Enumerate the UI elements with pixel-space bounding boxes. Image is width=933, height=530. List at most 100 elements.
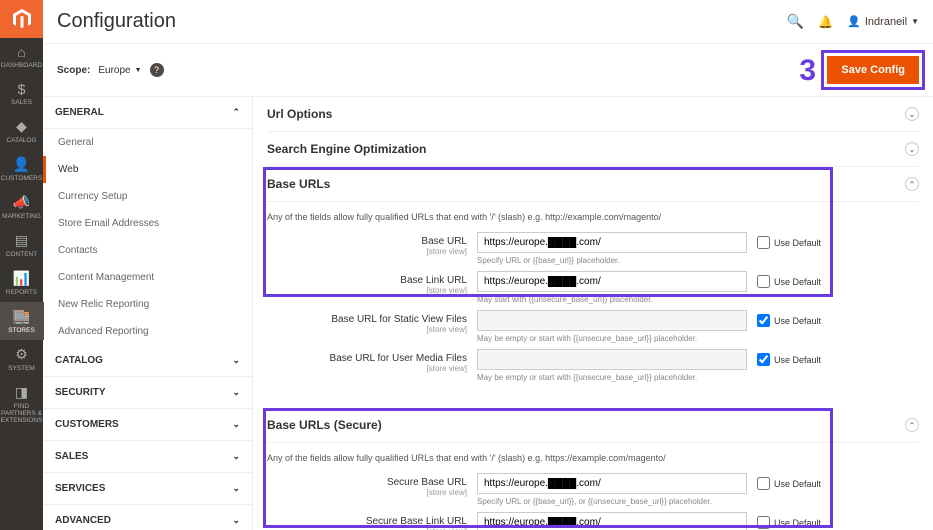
sidebar-item-currency-setup[interactable]: Currency Setup	[43, 183, 252, 210]
scope-label: Scope:	[57, 65, 90, 76]
sidebar-section-label: SERVICES	[55, 483, 105, 494]
notifications-icon[interactable]: 🔔	[818, 15, 833, 29]
url-input[interactable]	[477, 512, 747, 530]
nav-label: SYSTEM	[8, 365, 35, 372]
use-default-checkbox[interactable]: Use Default	[757, 232, 821, 249]
sidebar-section-advanced[interactable]: ADVANCED ⌄	[43, 505, 252, 530]
sidebar-section-label: ADVANCED	[55, 515, 111, 526]
field-hint: May start with {{unsecure_base_url}} pla…	[477, 295, 747, 304]
sidebar-item-contacts[interactable]: Contacts	[43, 237, 252, 264]
use-default-label: Use Default	[774, 238, 821, 248]
sidebar-section-general[interactable]: GENERAL ⌃	[43, 97, 252, 129]
use-default-label: Use Default	[774, 479, 821, 489]
scope-select[interactable]: Europe ▼	[98, 65, 141, 76]
page-header: Configuration 🔍 🔔 👤 Indraneil ▼	[43, 0, 933, 43]
sidebar-item-general[interactable]: General	[43, 129, 252, 156]
field-label: Base URL for User Media Files[store view…	[267, 349, 477, 373]
field-label: Base URL[store view]	[267, 232, 477, 256]
nav-sales[interactable]: $ SALES	[0, 75, 44, 112]
section-seo[interactable]: Search Engine Optimization ⌄	[267, 132, 919, 167]
nav-icon: 👤	[13, 156, 30, 173]
user-menu[interactable]: 👤 Indraneil ▼	[847, 15, 919, 28]
section-title: Base URLs	[267, 177, 330, 191]
chevron-down-icon: ⌄	[232, 387, 240, 398]
url-input[interactable]	[477, 473, 747, 494]
sidebar-section-security[interactable]: SECURITY⌄	[43, 377, 252, 409]
nav-icon: ▤	[15, 232, 28, 249]
sidebar-section-catalog[interactable]: CATALOG ⌄	[43, 345, 252, 377]
url-input	[477, 349, 747, 370]
sidebar-section-label: SALES	[55, 451, 88, 462]
use-default-label: Use Default	[774, 316, 821, 326]
field-hint: May be empty or start with {{unsecure_ba…	[477, 373, 747, 382]
nav-label: CATALOG	[6, 137, 36, 144]
checkbox-input[interactable]	[757, 353, 770, 366]
save-config-button[interactable]: Save Config	[827, 56, 919, 84]
collapse-icon: ⌃	[905, 418, 919, 432]
section-title: Url Options	[267, 107, 332, 121]
sidebar-item-web[interactable]: Web	[43, 156, 252, 183]
checkbox-input[interactable]	[757, 236, 770, 249]
field-label: Base Link URL[store view]	[267, 271, 477, 295]
magento-logo-icon	[0, 0, 43, 38]
url-input[interactable]	[477, 232, 747, 253]
annotation-number-3: 3	[799, 54, 816, 88]
field-hint: Specify URL or {{base_url}}, or {{unsecu…	[477, 497, 747, 506]
scope-value: Europe	[98, 65, 130, 76]
checkbox-input[interactable]	[757, 516, 770, 529]
nav-customers[interactable]: 👤CUSTOMERS	[0, 150, 44, 188]
nav-content[interactable]: ▤CONTENT	[0, 226, 44, 264]
config-panel: Url Options ⌄ Search Engine Optimization…	[253, 97, 933, 530]
sidebar-item-advanced-reporting[interactable]: Advanced Reporting	[43, 318, 252, 345]
sidebar-item-store-email-addresses[interactable]: Store Email Addresses	[43, 210, 252, 237]
sidebar-section-services[interactable]: SERVICES⌄	[43, 473, 252, 505]
collapse-icon: ⌃	[905, 177, 919, 191]
admin-navbar: ⌂DASHBOARD $ SALES ◆CATALOG👤CUSTOMERS 📣 MARKE…	[0, 0, 43, 530]
nav-stores[interactable]: 🏬STORES	[0, 302, 44, 340]
sidebar-section-label: CATALOG	[55, 355, 103, 366]
url-input[interactable]	[477, 271, 747, 292]
search-icon[interactable]: 🔍	[787, 13, 804, 30]
section-url-options[interactable]: Url Options ⌄	[267, 97, 919, 132]
nav-label: SALES	[11, 99, 32, 106]
chevron-down-icon: ⌄	[232, 355, 240, 366]
nav-marketing[interactable]: 📣 MARKETING	[0, 188, 44, 226]
sidebar-item-new-relic-reporting[interactable]: New Relic Reporting	[43, 291, 252, 318]
checkbox-input[interactable]	[757, 477, 770, 490]
nav-dashboard[interactable]: ⌂DASHBOARD	[0, 38, 44, 75]
checkbox-input[interactable]	[757, 314, 770, 327]
nav-catalog[interactable]: ◆CATALOG	[0, 112, 44, 150]
sidebar-item-content-management[interactable]: Content Management	[43, 264, 252, 291]
nav-find-partners-extensions[interactable]: ◨FIND PARTNERS & EXTENSIONS	[0, 378, 44, 430]
nav-system[interactable]: ⚙SYSTEM	[0, 340, 44, 378]
nav-label: MARKETING	[2, 213, 41, 220]
use-default-checkbox[interactable]: Use Default	[757, 473, 821, 490]
field-row: Secure Base Link URL[store view]May star…	[267, 512, 919, 530]
expand-icon: ⌄	[905, 142, 919, 156]
checkbox-input[interactable]	[757, 275, 770, 288]
nav-reports[interactable]: 📊REPORTS	[0, 264, 44, 302]
use-default-label: Use Default	[774, 355, 821, 365]
section-base-urls[interactable]: Base URLs ⌃	[267, 167, 919, 202]
nav-icon: 📣	[13, 194, 30, 211]
nav-icon: 🏬	[13, 308, 30, 325]
help-icon[interactable]: ?	[150, 63, 164, 77]
use-default-checkbox[interactable]: Use Default	[757, 512, 821, 529]
section-base-urls-secure[interactable]: Base URLs (Secure) ⌃	[267, 408, 919, 443]
field-row: Base URL for Static View Files[store vie…	[267, 310, 919, 343]
section-title: Base URLs (Secure)	[267, 418, 382, 432]
field-hint: May be empty or start with {{unsecure_ba…	[477, 334, 747, 343]
sidebar-section-sales[interactable]: SALES ⌄	[43, 441, 252, 473]
chevron-down-icon: ⌄	[232, 515, 240, 526]
use-default-checkbox[interactable]: Use Default	[757, 310, 821, 327]
chevron-down-icon: ⌄	[232, 451, 240, 462]
nav-icon: ◨	[15, 384, 28, 401]
use-default-checkbox[interactable]: Use Default	[757, 271, 821, 288]
nav-icon: $	[18, 81, 26, 97]
sidebar-section-customers[interactable]: CUSTOMERS⌄	[43, 409, 252, 441]
use-default-checkbox[interactable]: Use Default	[757, 349, 821, 366]
user-name: Indraneil	[865, 16, 907, 28]
use-default-label: Use Default	[774, 277, 821, 287]
nav-label: REPORTS	[6, 289, 37, 296]
config-sidebar: GENERAL ⌃ GeneralWebCurrency SetupStore …	[43, 97, 253, 530]
